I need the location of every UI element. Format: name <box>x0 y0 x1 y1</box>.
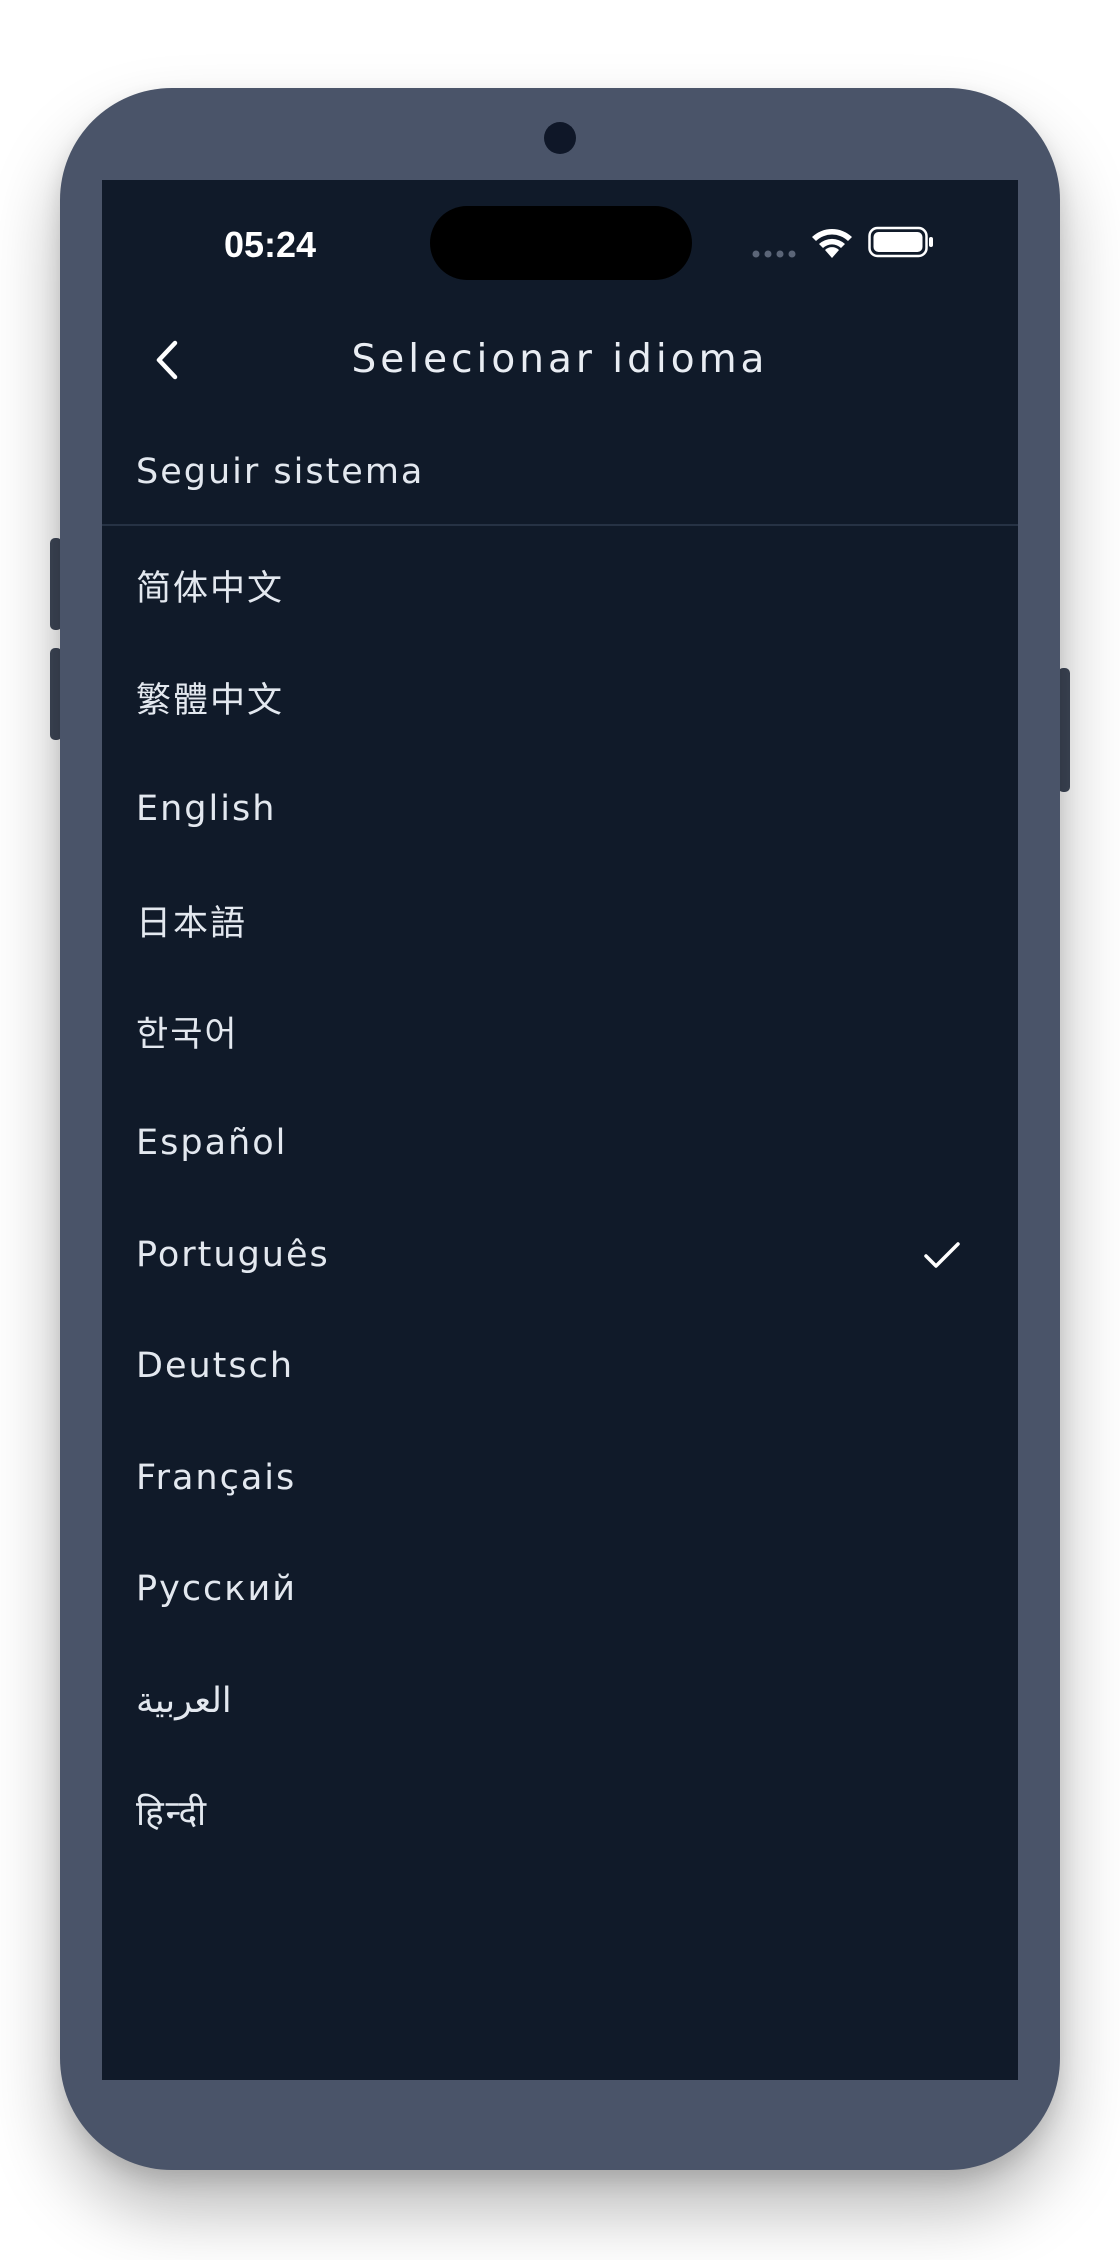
language-option[interactable]: Español <box>102 1088 1018 1200</box>
follow-system-label: Seguir sistema <box>136 452 425 492</box>
language-option[interactable]: Русский <box>102 1534 1018 1646</box>
front-camera-icon <box>544 122 576 154</box>
language-label: Español <box>136 1123 288 1164</box>
signal-icon <box>752 250 796 258</box>
wifi-icon <box>812 229 852 258</box>
language-label: हिन्दी <box>136 1793 209 1834</box>
language-label: Deutsch <box>136 1346 295 1387</box>
chevron-left-icon <box>156 340 178 380</box>
language-label: Français <box>136 1457 297 1498</box>
status-time: 05:24 <box>224 224 317 265</box>
language-label: العربية <box>136 1680 232 1721</box>
language-option[interactable]: 日本語 <box>102 865 1018 977</box>
phone-screen: 05:24 Selecionar idioma Seguir sistema 简… <box>102 180 1018 2080</box>
language-option[interactable]: العربية <box>102 1645 1018 1757</box>
language-option[interactable]: English <box>102 753 1018 865</box>
page: 05:24 Selecionar idioma Seguir sistema 简… <box>0 0 1120 2260</box>
language-label: 繁體中文 <box>136 680 285 721</box>
status-bar: 05:24 <box>102 180 1018 300</box>
dynamic-island <box>430 206 692 280</box>
language-option[interactable]: 한국어 <box>102 976 1018 1088</box>
language-label: English <box>136 788 277 829</box>
page-title: Selecionar idioma <box>351 337 769 382</box>
language-label: Português <box>136 1234 330 1275</box>
language-list: 简体中文繁體中文 English 日本語 한국어 Español Português Deu… <box>102 530 1018 1868</box>
language-label: 简体中文 <box>136 569 285 610</box>
follow-system-option[interactable]: Seguir sistema <box>102 420 1018 526</box>
language-label: 日本語 <box>136 903 248 944</box>
navigation-bar: Selecionar idioma <box>102 300 1018 420</box>
language-option[interactable]: Deutsch <box>102 1311 1018 1423</box>
language-label: Русский <box>136 1569 297 1610</box>
language-option[interactable]: Français <box>102 1422 1018 1534</box>
language-option[interactable]: 繁體中文 <box>102 642 1018 754</box>
back-button[interactable] <box>138 330 198 390</box>
language-option[interactable]: Português <box>102 1199 1018 1311</box>
language-option[interactable]: हिन्दी <box>102 1757 1018 1869</box>
language-option[interactable]: 简体中文 <box>102 530 1018 642</box>
battery-icon <box>868 226 933 258</box>
language-label: 한국어 <box>136 1015 239 1056</box>
checkmark-icon <box>924 1242 960 1268</box>
